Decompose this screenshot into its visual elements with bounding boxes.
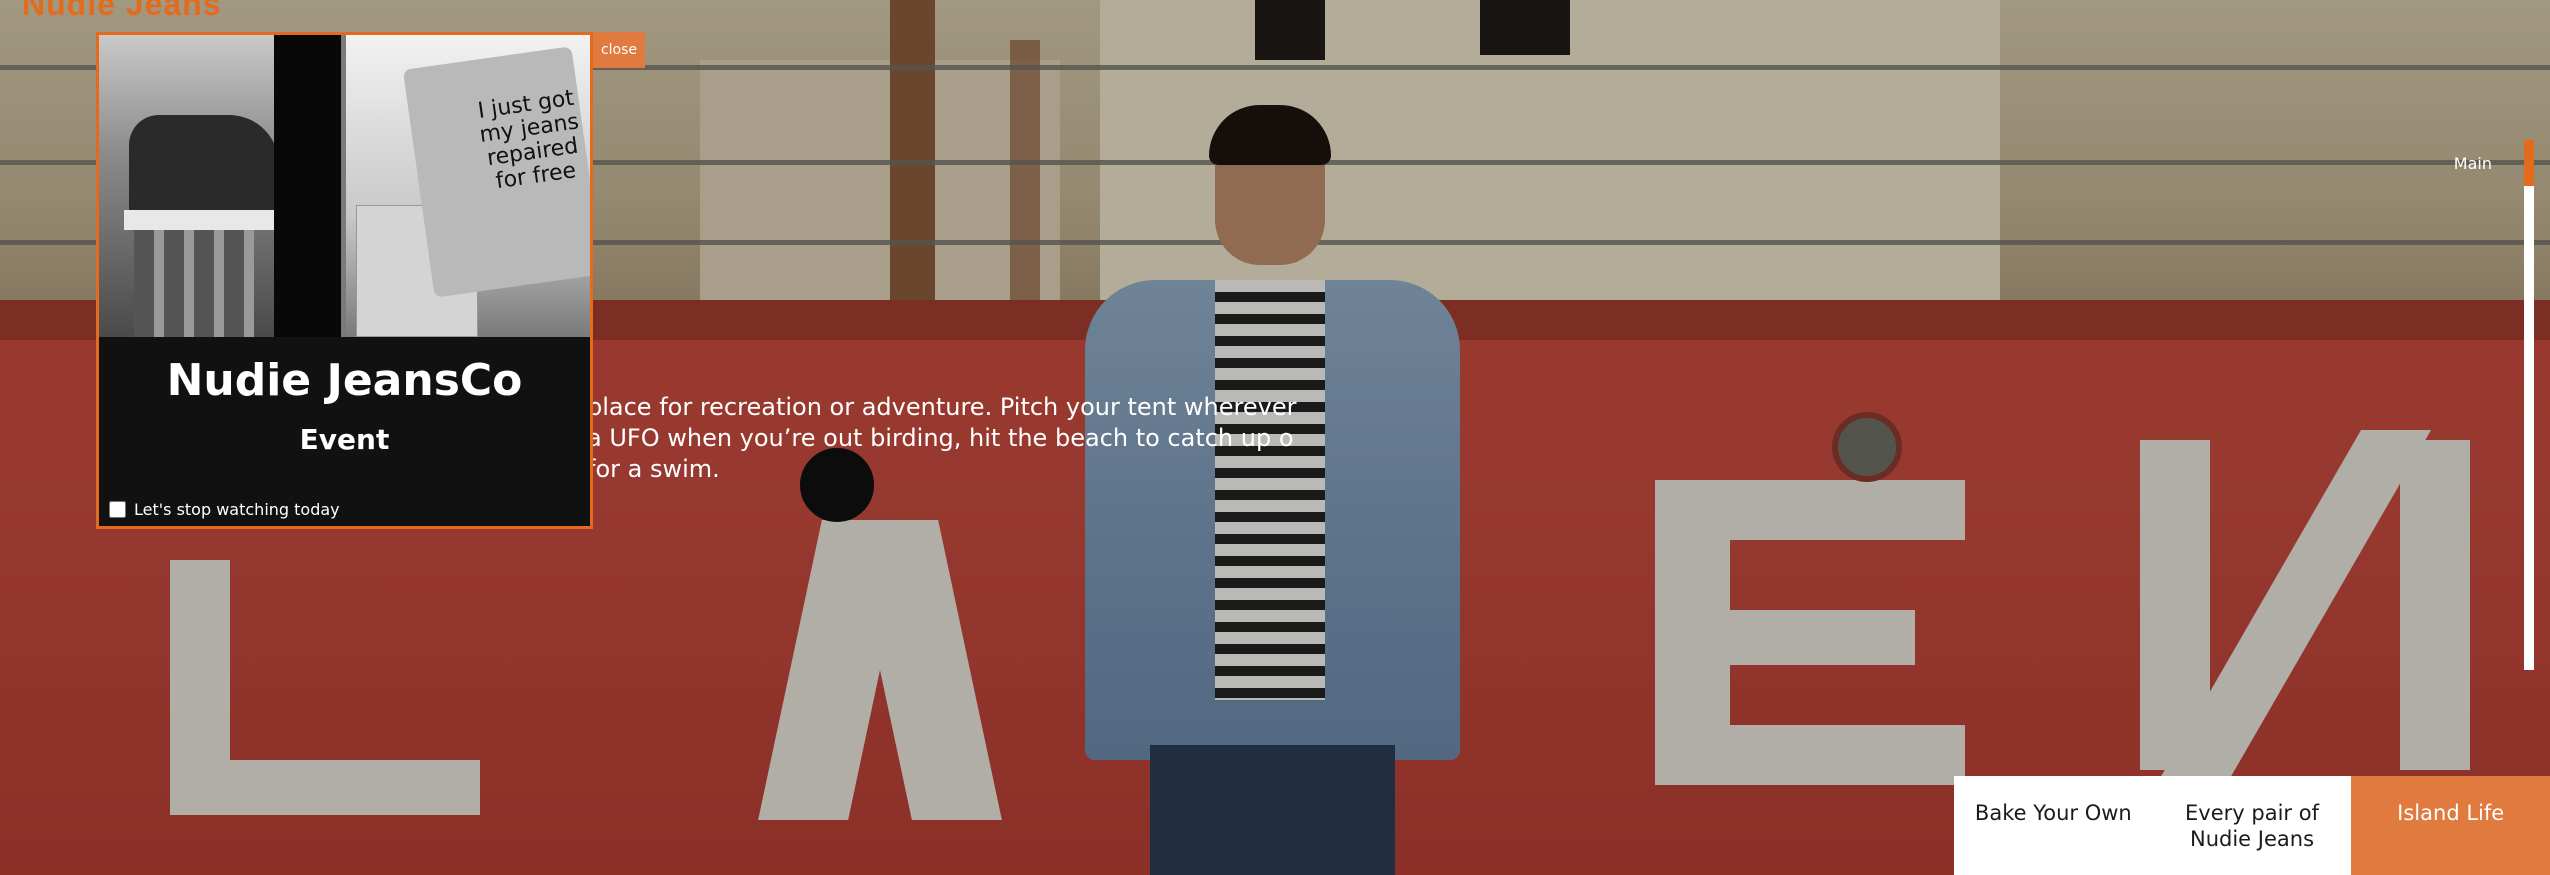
jeans-pile bbox=[129, 115, 279, 225]
tab-island-life[interactable]: Island Life bbox=[2351, 776, 2550, 875]
dont-show-today-option[interactable]: Let's stop watching today bbox=[109, 500, 340, 519]
popup-image[interactable]: I just got my jeans repaired for free bbox=[99, 35, 590, 337]
popup-subtitle: Event bbox=[299, 423, 390, 456]
brand-logo[interactable]: Nudie Jeans bbox=[22, 0, 222, 23]
tab-bake-your-own[interactable]: Bake Your Own bbox=[1954, 776, 2153, 875]
photo-divider bbox=[274, 35, 341, 337]
person-legs bbox=[134, 230, 254, 337]
workbench bbox=[124, 210, 274, 230]
section-scroll-thumb[interactable] bbox=[2524, 140, 2534, 186]
section-indicator-label[interactable]: Main bbox=[2454, 154, 2492, 173]
popup-title: Nudie JeansCo bbox=[166, 355, 523, 406]
popup-close-button[interactable]: close bbox=[593, 32, 645, 68]
popup-photo-left bbox=[99, 35, 341, 337]
event-popup: I just got my jeans repaired for free Nu… bbox=[96, 32, 593, 529]
dont-show-today-label: Let's stop watching today bbox=[134, 500, 340, 519]
bottom-tab-bar: Bake Your Own Every pair of Nudie Jeans … bbox=[1954, 776, 2550, 875]
section-scroll-track[interactable] bbox=[2524, 140, 2534, 670]
dont-show-today-checkbox[interactable] bbox=[109, 501, 126, 518]
tab-every-pair[interactable]: Every pair of Nudie Jeans bbox=[2152, 776, 2352, 875]
bag-print-text: I just got my jeans repaired for free bbox=[476, 85, 581, 195]
hero-body-text: place for recreation or adventure. Pitch… bbox=[587, 393, 1297, 483]
popup-photo-right: I just got my jeans repaired for free bbox=[346, 35, 590, 337]
